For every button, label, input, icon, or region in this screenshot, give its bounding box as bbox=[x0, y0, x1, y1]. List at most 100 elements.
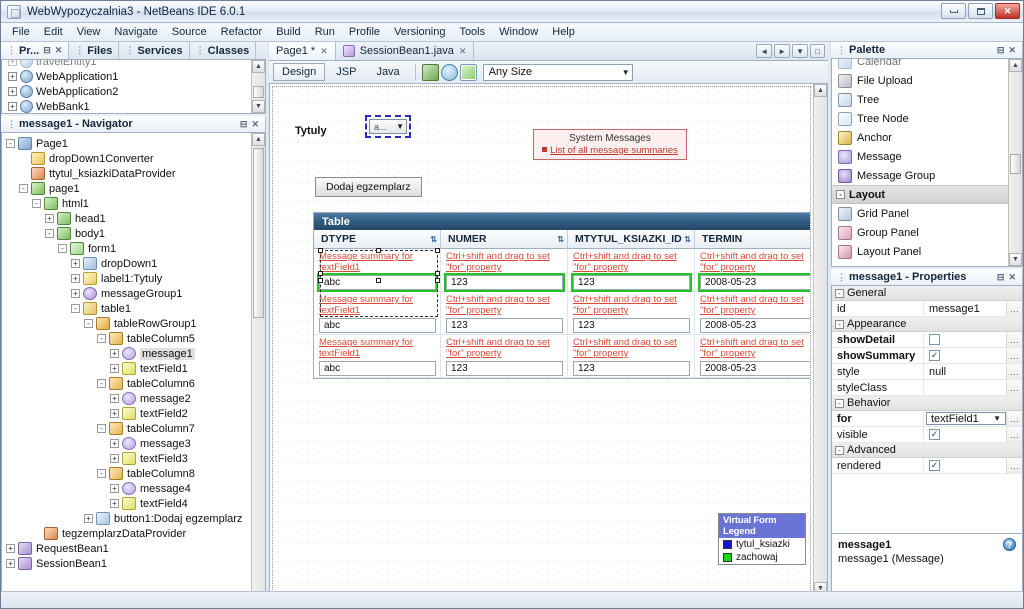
tab-services[interactable]: ⋮ Services bbox=[119, 42, 190, 59]
property-editor-button[interactable]: … bbox=[1006, 411, 1022, 426]
property-editor-button[interactable]: … bbox=[1006, 332, 1022, 347]
navigator-node[interactable]: + textField4 bbox=[6, 496, 265, 511]
canvas-cell-message[interactable]: Message summary for textField1 bbox=[319, 294, 436, 316]
canvas-cell-message[interactable]: Ctrl+shift and drag to set "for" propert… bbox=[700, 251, 810, 273]
refresh-icon[interactable] bbox=[440, 63, 458, 81]
property-group-appearance[interactable]: - Appearance bbox=[832, 317, 1022, 332]
canvas-cell-message[interactable]: Ctrl+shift and drag to set "for" propert… bbox=[573, 251, 690, 273]
navigator-node[interactable]: + message3 bbox=[6, 436, 265, 451]
view-tab-java[interactable]: Java bbox=[367, 63, 408, 81]
navigator-scrollbar[interactable]: ▲ ▼ bbox=[251, 133, 265, 608]
tab-classes[interactable]: ⋮ Classes bbox=[190, 42, 257, 59]
scroll-down-icon[interactable]: ▼ bbox=[1009, 253, 1022, 266]
expander-icon[interactable]: + bbox=[110, 364, 119, 373]
scroll-thumb[interactable] bbox=[253, 148, 264, 318]
close-icon[interactable]: ✕ bbox=[320, 46, 328, 57]
property-row-showSummary[interactable]: showSummary ✓… bbox=[832, 348, 1022, 364]
navigator-node[interactable]: + messageGroup1 bbox=[6, 286, 265, 301]
expander-icon[interactable]: - bbox=[835, 398, 844, 408]
view-tab-design[interactable]: Design bbox=[273, 63, 326, 81]
scroll-thumb[interactable] bbox=[1010, 153, 1021, 174]
design-canvas[interactable]: Tytuly a... ▼ System Messages List of al… bbox=[272, 86, 811, 594]
canvas-cell-message[interactable]: Ctrl+shift and drag to set "for" propert… bbox=[700, 294, 810, 316]
navigator-node[interactable]: - form1 bbox=[6, 241, 265, 256]
view-tab-jsp[interactable]: JSP bbox=[327, 63, 365, 81]
canvas-table-cell[interactable]: Message summary for textField1 abc bbox=[314, 335, 441, 378]
property-row-style[interactable]: style null… bbox=[832, 364, 1022, 380]
canvas-table-cell[interactable]: Message summary for textField1 abc bbox=[314, 249, 441, 292]
menu-versioning[interactable]: Versioning bbox=[387, 24, 452, 40]
canvas-dropdown1-inner[interactable]: a... ▼ bbox=[369, 119, 407, 134]
canvas-cell-message[interactable]: Ctrl+shift and drag to set "for" propert… bbox=[700, 337, 810, 359]
scroll-down-icon[interactable]: ▼ bbox=[252, 100, 265, 113]
canvas-cell-textfield[interactable]: abc bbox=[319, 318, 436, 333]
canvas-message-group[interactable]: System Messages List of all message summ… bbox=[533, 129, 687, 160]
canvas-cell-textfield[interactable]: 2008-05-23 bbox=[700, 318, 810, 333]
navigator-node[interactable]: - page1 bbox=[6, 181, 265, 196]
menu-window[interactable]: Window bbox=[492, 24, 545, 40]
property-value[interactable] bbox=[924, 380, 1006, 395]
expander-icon[interactable]: + bbox=[110, 394, 119, 403]
expander-icon[interactable]: - bbox=[97, 469, 106, 478]
navigator-node[interactable]: - html1 bbox=[6, 196, 265, 211]
editor-tab-page1[interactable]: Page1 * ✕ bbox=[269, 42, 336, 60]
resize-handle[interactable] bbox=[376, 278, 381, 283]
expander-icon[interactable]: + bbox=[110, 454, 119, 463]
navigator-node[interactable]: - tableColumn7 bbox=[6, 421, 265, 436]
property-editor-button[interactable]: … bbox=[1006, 380, 1022, 395]
maximize-editor-button[interactable]: □ bbox=[810, 44, 825, 58]
navigator-node[interactable]: + message2 bbox=[6, 391, 265, 406]
canvas-table-cell[interactable]: Ctrl+shift and drag to set "for" propert… bbox=[695, 335, 810, 378]
close-icon[interactable]: ✕ bbox=[1008, 272, 1016, 283]
navigator-node[interactable]: + button1:Dodaj egzemplarz bbox=[6, 511, 265, 526]
tab-palette[interactable]: ⋮ Palette ⊟ ✕ bbox=[831, 42, 1023, 58]
canvas-table-cell[interactable]: Ctrl+shift and drag to set "for" propert… bbox=[441, 249, 568, 292]
scroll-up-icon[interactable]: ▲ bbox=[252, 60, 265, 73]
expander-icon[interactable]: + bbox=[6, 559, 15, 568]
resize-handle[interactable] bbox=[435, 248, 440, 253]
pin-icon[interactable]: ⊟ bbox=[997, 272, 1005, 283]
navigator-node[interactable]: + message1 bbox=[6, 346, 265, 361]
property-checkbox-showDetail[interactable] bbox=[929, 334, 940, 345]
canvas-table1[interactable]: Table DTYPE ⇅ NUMER ⇅ MTYTUL_KSIAZKI_ID ⇅ TERM… bbox=[313, 212, 810, 379]
scroll-thumb[interactable] bbox=[253, 86, 264, 98]
palette-item[interactable]: Grid Panel bbox=[832, 204, 1022, 223]
expander-icon[interactable]: + bbox=[8, 72, 17, 81]
navigator-node[interactable]: + dropDown1 bbox=[6, 256, 265, 271]
navigator-node[interactable]: + label1:Tytuly bbox=[6, 271, 265, 286]
property-value[interactable]: ✓ bbox=[924, 348, 1006, 363]
navigator-node[interactable]: + RequestBean1 bbox=[6, 541, 265, 556]
canvas-table-cell[interactable]: Ctrl+shift and drag to set "for" propert… bbox=[441, 292, 568, 335]
expander-icon[interactable]: - bbox=[835, 319, 844, 329]
expander-icon[interactable]: - bbox=[71, 304, 80, 313]
navigator-node[interactable]: + textField2 bbox=[6, 406, 265, 421]
scroll-up-icon[interactable]: ▲ bbox=[252, 133, 265, 146]
palette-item[interactable]: Tree Node bbox=[832, 109, 1022, 128]
menu-build[interactable]: Build bbox=[269, 24, 307, 40]
resize-handle[interactable] bbox=[435, 278, 440, 283]
property-row-rendered[interactable]: rendered ✓… bbox=[832, 458, 1022, 474]
canvas-cell-message[interactable]: Message summary for textField1 bbox=[319, 337, 436, 359]
property-editor-button[interactable]: … bbox=[1006, 301, 1022, 316]
navigator-node[interactable]: - tableColumn5 bbox=[6, 331, 265, 346]
navigator-node[interactable]: - table1 bbox=[6, 301, 265, 316]
close-icon[interactable]: ✕ bbox=[251, 119, 259, 130]
tab-navigator[interactable]: ⋮ message1 - Navigator ⊟ ✕ bbox=[1, 116, 266, 132]
property-editor-button[interactable]: … bbox=[1006, 348, 1022, 363]
tree-row[interactable]: + WebBank1 bbox=[2, 99, 265, 113]
pin-icon[interactable]: ⊟ bbox=[43, 45, 51, 56]
maximize-button[interactable] bbox=[968, 3, 993, 19]
expander-icon[interactable]: - bbox=[835, 445, 844, 455]
menu-tools[interactable]: Tools bbox=[452, 24, 492, 40]
palette-item[interactable]: Message bbox=[832, 147, 1022, 166]
expander-icon[interactable]: + bbox=[71, 259, 80, 268]
property-row-showDetail[interactable]: showDetail… bbox=[832, 332, 1022, 348]
canvas-table-cell[interactable]: Ctrl+shift and drag to set "for" propert… bbox=[695, 292, 810, 335]
expander-icon[interactable]: + bbox=[8, 87, 17, 96]
canvas-cell-textfield[interactable]: 123 bbox=[446, 361, 563, 376]
expander-icon[interactable]: + bbox=[6, 544, 15, 553]
pin-icon[interactable]: ⊟ bbox=[240, 119, 248, 130]
expander-icon[interactable]: - bbox=[58, 244, 67, 253]
navigator-node[interactable]: tegzemplarzDataProvider bbox=[6, 526, 265, 541]
menu-profile[interactable]: Profile bbox=[342, 24, 387, 40]
